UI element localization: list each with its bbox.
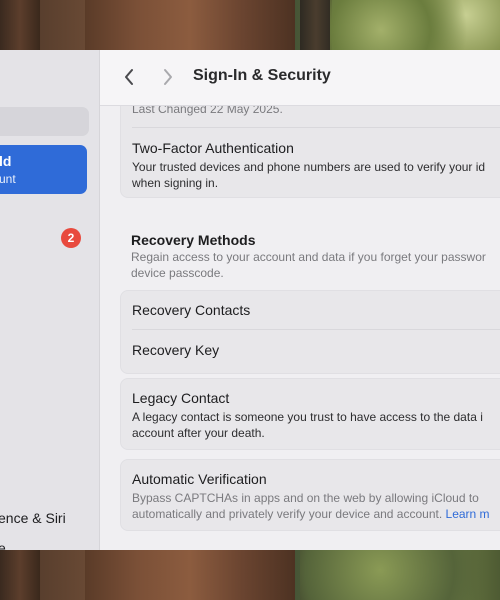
- recovery-methods-description-line1: Regain access to your account and data i…: [131, 250, 486, 264]
- forward-button[interactable]: [156, 65, 180, 89]
- two-factor-description-line2: when signing in.: [132, 176, 219, 190]
- two-factor-description-line1: Your trusted devices and phone numbers a…: [132, 160, 486, 174]
- back-button[interactable]: [117, 65, 141, 89]
- foliage: [300, 550, 500, 600]
- automatic-verification-title: Automatic Verification: [132, 471, 267, 487]
- automatic-verification-card: Automatic Verification Bypass CAPTCHAs i…: [120, 459, 500, 531]
- legacy-contact-description-line1: A legacy contact is someone you trust to…: [132, 410, 483, 424]
- divider: [132, 127, 500, 128]
- automatic-verification-description-text: automatically and privately verify your …: [132, 507, 443, 521]
- automatic-verification-description-line2: automatically and privately verify your …: [132, 506, 490, 522]
- foliage: [330, 0, 500, 50]
- recovery-contacts-row[interactable]: Recovery Contacts: [132, 302, 250, 318]
- settings-content: Last Changed 22 May 2025. Two-Factor Aut…: [100, 50, 500, 550]
- recovery-methods-description-line2: device passcode.: [131, 266, 224, 280]
- sidebar-search-field[interactable]: [0, 107, 89, 136]
- toolbar: Sign-In & Security: [100, 50, 500, 106]
- recovery-methods-card: Recovery Contacts Recovery Key: [120, 290, 500, 374]
- learn-more-link[interactable]: Learn m: [446, 507, 490, 521]
- recovery-key-row[interactable]: Recovery Key: [132, 342, 219, 358]
- two-factor-title: Two-Factor Authentication: [132, 140, 294, 156]
- account-name: ld: [0, 153, 12, 169]
- sidebar: ld unt 2 ence & Siri e: [0, 50, 100, 550]
- settings-window: ld unt 2 ence & Siri e Sign-In & Securit…: [0, 50, 500, 550]
- legacy-contact-description-line2: account after your death.: [132, 426, 265, 440]
- notification-badge: 2: [61, 228, 81, 248]
- sidebar-item-next[interactable]: e: [0, 540, 6, 550]
- chevron-right-icon: [164, 69, 172, 85]
- account-subtitle: unt: [0, 172, 16, 186]
- sidebar-item-apple-account[interactable]: ld unt: [0, 145, 87, 194]
- legacy-contact-card[interactable]: Legacy Contact A legacy contact is someo…: [120, 378, 500, 450]
- legacy-contact-title: Legacy Contact: [132, 390, 230, 406]
- divider: [132, 329, 500, 330]
- page-title: Sign-In & Security: [193, 67, 331, 84]
- recovery-methods-heading: Recovery Methods: [131, 232, 256, 248]
- automatic-verification-description-line1: Bypass CAPTCHAs in apps and on the web b…: [132, 491, 479, 505]
- sidebar-item-siri[interactable]: ence & Siri: [0, 510, 66, 526]
- password-security-card: Last Changed 22 May 2025. Two-Factor Aut…: [120, 90, 500, 198]
- chevron-left-icon: [125, 69, 133, 85]
- main-pane: Sign-In & Security Last Changed 22 May 2…: [100, 50, 500, 550]
